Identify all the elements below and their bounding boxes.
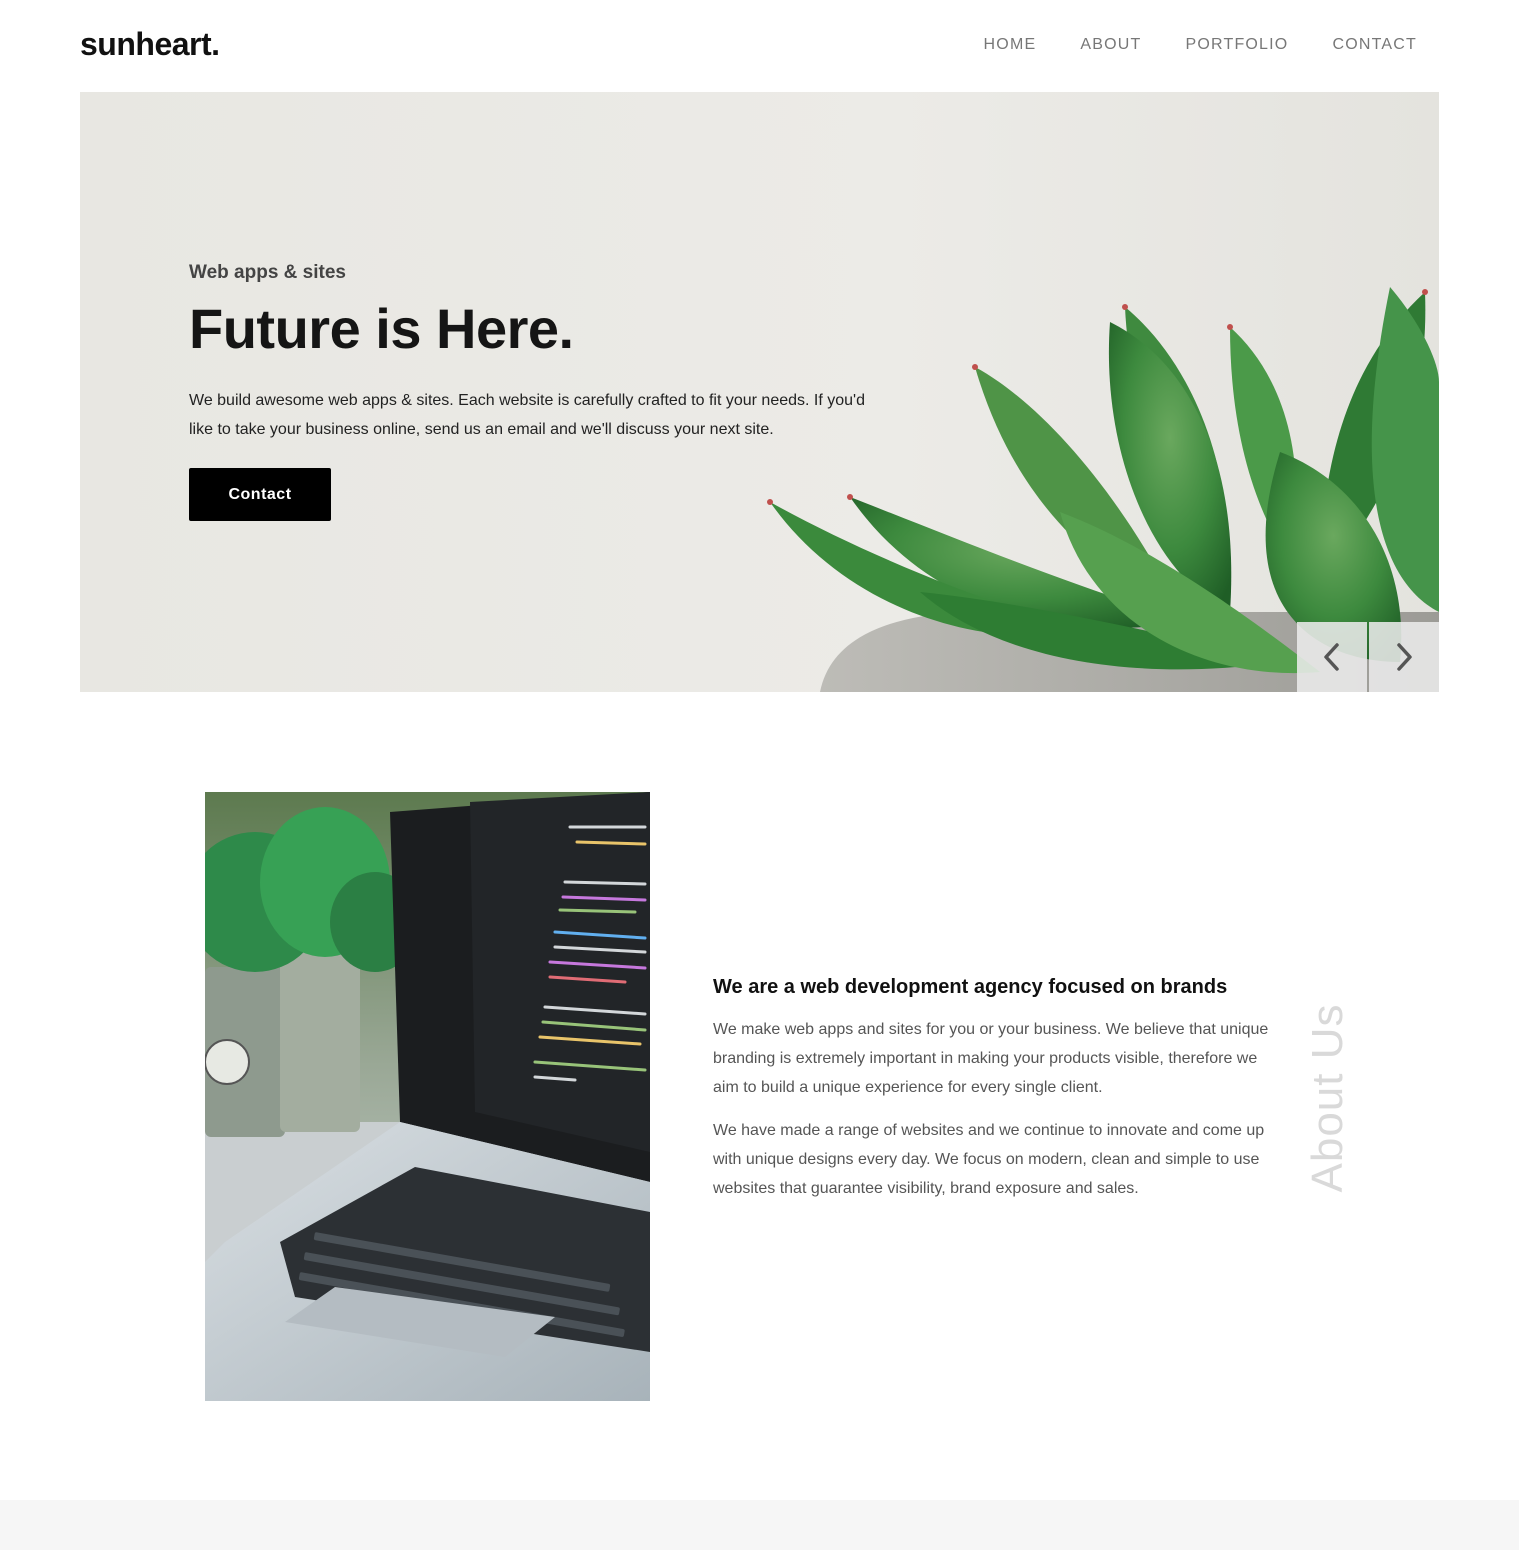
hero-title: Future is Here. [189,297,574,360]
nav-item-about[interactable]: ABOUT [1080,36,1141,54]
about-vertical-text: About Us [1303,1003,1352,1192]
main-nav: HOME ABOUT PORTFOLIO CONTACT [984,36,1417,54]
hero-description: We build awesome web apps & sites. Each … [189,392,865,438]
hero-kicker: Web apps & sites [189,262,346,283]
chevron-right-icon [1397,643,1412,671]
about-text: We are a web development agency focused … [713,973,1273,1203]
chevron-left-icon [1324,643,1339,671]
brand-logo[interactable]: sunheart. [80,26,220,63]
hero-content: Web apps & sites Future is Here. We buil… [189,262,889,521]
nav-item-home[interactable]: HOME [984,36,1037,54]
about-paragraph-1: We make web apps and sites for you or yo… [713,1021,1269,1096]
laptop-photo-illustration [205,792,650,1401]
nav-item-portfolio[interactable]: PORTFOLIO [1185,36,1288,54]
about-vertical-label: About Us [1303,1000,1352,1195]
slider-next-button[interactable] [1369,622,1439,692]
nav-item-contact[interactable]: CONTACT [1332,36,1417,54]
laptop-plants-photo [205,792,650,1401]
slider-prev-button[interactable] [1297,622,1367,692]
about-heading: We are a web development agency focused … [713,976,1228,998]
slider-controls [1297,622,1439,692]
about-paragraph-2: We have made a range of websites and we … [713,1122,1265,1197]
contact-button[interactable]: Contact [189,468,331,521]
next-section-band [0,1500,1519,1550]
site-header: sunheart. HOME ABOUT PORTFOLIO CONTACT [0,0,1519,92]
hero-slider: Web apps & sites Future is Here. We buil… [80,92,1439,692]
